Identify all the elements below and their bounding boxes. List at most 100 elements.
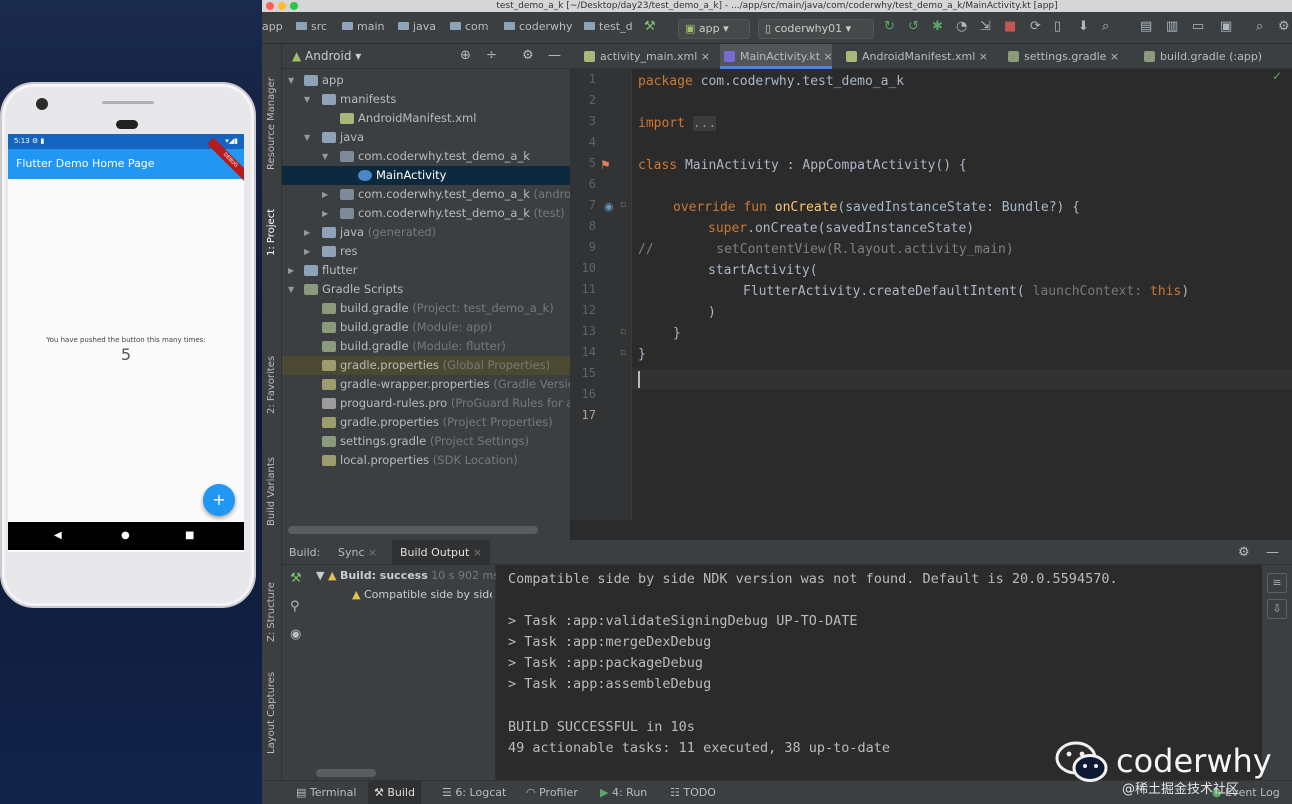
attach-debugger-icon[interactable]: ⇲: [980, 19, 991, 34]
breadcrumb-main[interactable]: main: [342, 20, 384, 33]
override-marker-icon[interactable]: ◉: [604, 200, 614, 213]
nav-home-button[interactable]: ●: [121, 522, 130, 550]
breadcrumb-app[interactable]: app: [262, 20, 283, 33]
avd-manager-icon[interactable]: ▯: [1054, 19, 1061, 34]
tree-item-java[interactable]: ▼ java: [282, 128, 570, 147]
tree-item-build-gradle-flutter[interactable]: build.gradle (Module: flutter): [282, 337, 570, 356]
ndk-warning-node[interactable]: ▲ Compatible side by side NDK version wa…: [352, 588, 492, 601]
pin-icon[interactable]: ⚲: [290, 599, 300, 614]
tree-item-res[interactable]: ▶ res: [282, 242, 570, 261]
tree-item-mainactivity[interactable]: MainActivity: [282, 166, 570, 185]
tree-item-androidmanifest[interactable]: AndroidManifest.xml: [282, 109, 570, 128]
run-activity-icon[interactable]: ⚑: [600, 158, 611, 172]
gear-icon[interactable]: ⚙: [522, 48, 534, 63]
device-manager-icon[interactable]: ▥: [1166, 19, 1178, 34]
apply-code-changes-icon[interactable]: ↺: [908, 19, 919, 34]
gear-icon[interactable]: ⚙: [1238, 540, 1250, 565]
settings-icon[interactable]: ⚙: [1278, 19, 1290, 34]
project-structure-icon[interactable]: ▤: [1140, 19, 1152, 34]
tab-settings-gradle[interactable]: settings.gradle ×: [1004, 44, 1136, 69]
tab-build[interactable]: ⚒ Build: [368, 781, 421, 804]
build-variants-tab[interactable]: Build Variants: [266, 457, 277, 526]
hide-panel-icon[interactable]: —: [548, 48, 561, 63]
nav-recents-button[interactable]: ■: [185, 522, 194, 550]
eye-icon[interactable]: ◉: [290, 627, 301, 642]
build-hammer-icon[interactable]: ⚒: [644, 19, 656, 34]
tree-item-package-test[interactable]: ▶ com.coderwhy.test_demo_a_k (test): [282, 204, 570, 223]
tree-item-proguard-rules[interactable]: proguard-rules.pro (ProGuard Rules for a…: [282, 394, 593, 413]
tab-todo[interactable]: ☷ TODO: [666, 781, 720, 804]
tab-run[interactable]: ▶ 4: Run: [596, 781, 651, 804]
tree-item-gradle-scripts[interactable]: ▼ Gradle Scripts: [282, 280, 570, 299]
fold-marker-icon[interactable]: ▫: [620, 348, 626, 358]
tab-build-gradle-app[interactable]: build.gradle (:app): [1140, 44, 1280, 69]
inspection-ok-icon[interactable]: ✓: [1272, 69, 1282, 83]
tree-item-package-androidtest[interactable]: ▶com.coderwhy.test_demo_a_k (androidTest…: [282, 185, 609, 204]
build-tree-scrollbar[interactable]: [316, 769, 376, 777]
breadcrumb-test-d[interactable]: test_d: [584, 20, 633, 33]
code-line-1: package com.coderwhy.test_demo_a_k: [638, 74, 905, 89]
emulator-screen[interactable]: 5:13 ⚙ ▮ ▾◢▮ Flutter Demo Home Page DEBU…: [8, 134, 244, 552]
search-icon[interactable]: ⌕: [1256, 19, 1263, 34]
emulator-icon[interactable]: ▣: [1220, 19, 1232, 34]
tab-activity-main-xml[interactable]: activity_main.xml ×: [580, 44, 718, 69]
apply-changes-icon[interactable]: ↻: [884, 19, 895, 34]
locate-file-icon[interactable]: ⊕: [460, 48, 471, 63]
minimize-window-button[interactable]: [278, 2, 286, 10]
build-hammer-icon[interactable]: ⚒: [290, 571, 302, 586]
tree-item-settings-gradle[interactable]: settings.gradle (Project Settings): [282, 432, 570, 451]
tree-item-flutter[interactable]: ▶ flutter: [282, 261, 570, 280]
line-number: 1: [588, 72, 596, 86]
breadcrumb-java[interactable]: java: [398, 20, 436, 33]
tree-item-package[interactable]: ▼ com.coderwhy.test_demo_a_k: [282, 147, 570, 166]
collapse-all-icon[interactable]: ÷: [486, 48, 497, 63]
breadcrumb-src[interactable]: src: [296, 20, 327, 33]
build-panel-header: Build: Sync × Build Output × ⚙ —: [282, 540, 1292, 565]
project-tab[interactable]: 1: Project: [266, 209, 277, 256]
tab-sync[interactable]: Sync ×: [338, 540, 377, 565]
resource-manager-tab[interactable]: Resource Manager: [266, 77, 277, 170]
close-window-button[interactable]: [266, 2, 274, 10]
fold-marker-icon[interactable]: ▫: [620, 327, 626, 337]
tab-build-output[interactable]: Build Output ×: [392, 540, 491, 565]
favorites-tab[interactable]: 2: Favorites: [266, 356, 277, 414]
tab-logcat[interactable]: ☰ 6: Logcat: [438, 781, 510, 804]
tree-item-java-generated[interactable]: ▶ java (generated): [282, 223, 570, 242]
sync-gradle-icon[interactable]: ⟳: [1030, 19, 1041, 34]
tree-item-manifests[interactable]: ▼ manifests: [282, 90, 570, 109]
hide-panel-icon[interactable]: —: [1266, 540, 1279, 565]
stop-icon[interactable]: ■: [1004, 19, 1016, 34]
tree-item-app[interactable]: ▼ app: [282, 71, 570, 90]
build-success-node[interactable]: ▼ ▲ Build: success 10 s 902 ms: [316, 569, 499, 582]
sdk-manager-icon[interactable]: ⬇: [1078, 19, 1089, 34]
tab-androidmanifest-xml[interactable]: AndroidManifest.xml ×: [842, 44, 1000, 69]
breadcrumb-com[interactable]: com: [450, 20, 489, 33]
maximize-window-button[interactable]: [290, 2, 298, 10]
profile-icon[interactable]: ◔: [956, 19, 967, 34]
tree-item-build-gradle-app[interactable]: build.gradle (Module: app): [282, 318, 570, 337]
tab-mainactivity-kt[interactable]: MainActivity.kt ×: [720, 44, 833, 69]
tab-terminal[interactable]: ▤ Terminal: [292, 781, 360, 804]
structure-tab[interactable]: Z: Structure: [266, 582, 277, 642]
tree-item-gradle-wrapper[interactable]: gradle-wrapper.properties (Gradle Versio…: [282, 375, 587, 394]
nav-back-button[interactable]: ◀: [54, 522, 62, 550]
layout-captures-tab[interactable]: Layout Captures: [266, 672, 277, 754]
breadcrumb-coderwhy[interactable]: coderwhy: [504, 20, 573, 33]
project-horizontal-scrollbar[interactable]: [288, 526, 538, 534]
increment-fab-button[interactable]: +: [203, 484, 235, 516]
code-editor[interactable]: package com.coderwhy.test_demo_a_k impor…: [632, 69, 1292, 520]
tree-item-gradle-properties-project[interactable]: gradle.properties (Project Properties): [282, 413, 570, 432]
tree-item-gradle-properties-global[interactable]: gradle.properties (Global Properties): [282, 356, 570, 375]
tree-item-build-gradle-project[interactable]: build.gradle (Project: test_demo_a_k): [282, 299, 570, 318]
project-view-select[interactable]: ▲ Android ▾: [292, 49, 361, 63]
bookmark-icon[interactable]: ▭: [1192, 19, 1204, 34]
tree-item-local-properties[interactable]: local.properties (SDK Location): [282, 451, 570, 470]
fold-marker-icon[interactable]: ▫: [620, 200, 626, 210]
debug-icon[interactable]: ✱: [932, 19, 943, 34]
layout-inspector-icon[interactable]: ⌕: [1102, 19, 1109, 34]
soft-wrap-icon[interactable]: ≡: [1267, 573, 1287, 593]
device-select[interactable]: ▯ coderwhy01 ▾: [758, 19, 874, 39]
tab-profiler[interactable]: ◠ Profiler: [522, 781, 582, 804]
run-config-select[interactable]: ▣ app ▾: [678, 19, 750, 39]
scroll-to-end-icon[interactable]: ⇩: [1267, 599, 1287, 619]
